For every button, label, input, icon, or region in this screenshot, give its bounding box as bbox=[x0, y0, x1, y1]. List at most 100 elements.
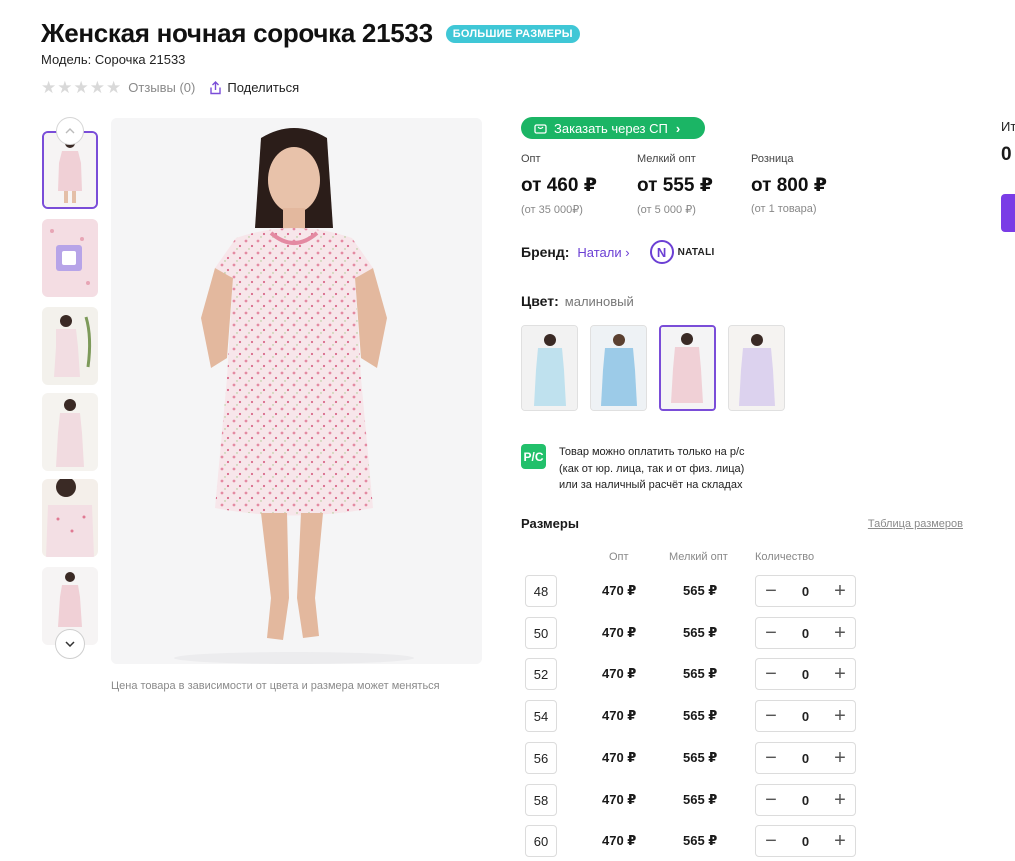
payment-line: или за наличный расчёт на складах bbox=[559, 479, 743, 491]
size-label: 48 bbox=[525, 575, 557, 607]
summary-action-button[interactable] bbox=[1001, 194, 1015, 232]
quantity-stepper: − 0 + bbox=[755, 658, 856, 690]
star-icon: ★ bbox=[89, 78, 105, 97]
star-icon: ★ bbox=[73, 78, 89, 97]
brand-name: Натали bbox=[577, 244, 622, 260]
bag-icon bbox=[534, 124, 547, 134]
payment-text: Товар можно оплатить только на р/с (как … bbox=[559, 444, 745, 494]
increment-button[interactable]: + bbox=[831, 748, 849, 768]
column-header-opt: Опт bbox=[609, 551, 629, 563]
increment-button[interactable]: + bbox=[831, 581, 849, 601]
thumbnail-4[interactable] bbox=[42, 393, 98, 471]
color-row: Цвет: малиновый bbox=[521, 293, 634, 309]
size-row: 54 470 ₽ 565 ₽ − 0 + bbox=[525, 700, 857, 733]
sizes-header: Размеры Таблица размеров bbox=[521, 516, 963, 531]
price-label: Мелкий опт bbox=[637, 153, 696, 165]
size-label: 54 bbox=[525, 700, 557, 732]
quantity-value[interactable]: 0 bbox=[802, 626, 809, 641]
rating-stars: ★ ★ ★ ★ ★ bbox=[41, 79, 121, 96]
size-table-link[interactable]: Таблица размеров bbox=[868, 518, 963, 530]
thumbnail-5[interactable] bbox=[42, 479, 98, 557]
size-price-small-opt: 565 ₽ bbox=[683, 708, 718, 723]
decrement-button[interactable]: − bbox=[762, 664, 780, 684]
quantity-value[interactable]: 0 bbox=[802, 667, 809, 682]
size-row: 50 470 ₽ 565 ₽ − 0 + bbox=[525, 617, 857, 650]
price-value: от 800 ₽ bbox=[751, 175, 827, 196]
chevron-up-icon bbox=[65, 128, 75, 134]
increment-button[interactable]: + bbox=[831, 790, 849, 810]
size-badge[interactable]: БОЛЬШИЕ РАЗМЕРЫ bbox=[445, 24, 580, 43]
order-via-sp-button[interactable]: Заказать через СП › bbox=[521, 117, 705, 139]
payment-note: Р/С Товар можно оплатить только на р/с (… bbox=[521, 444, 745, 494]
size-price-opt: 470 ₽ bbox=[602, 750, 637, 765]
color-swatch-raspberry[interactable] bbox=[659, 325, 716, 411]
brand-row: Бренд: Натали › N NATALI bbox=[521, 240, 715, 264]
price-label: Розница bbox=[751, 153, 794, 165]
share-label: Поделиться bbox=[227, 80, 300, 95]
rating-row: ★ ★ ★ ★ ★ Отзывы (0) Поделиться bbox=[41, 79, 299, 96]
brand-logo-icon: N bbox=[649, 240, 674, 264]
decrement-button[interactable]: − bbox=[762, 581, 780, 601]
size-row: 56 470 ₽ 565 ₽ − 0 + bbox=[525, 742, 857, 775]
price-label: Опт bbox=[521, 153, 541, 165]
color-value: малиновый bbox=[564, 294, 634, 309]
size-price-small-opt: 565 ₽ bbox=[683, 583, 718, 598]
main-product-image[interactable] bbox=[111, 118, 482, 664]
thumbnail-2[interactable] bbox=[42, 219, 98, 297]
increment-button[interactable]: + bbox=[831, 664, 849, 684]
size-price-opt: 470 ₽ bbox=[602, 666, 637, 681]
increment-button[interactable]: + bbox=[831, 831, 849, 851]
size-row: 48 470 ₽ 565 ₽ − 0 + bbox=[525, 575, 857, 608]
color-label: Цвет: bbox=[521, 293, 559, 309]
decrement-button[interactable]: − bbox=[762, 831, 780, 851]
increment-button[interactable]: + bbox=[831, 623, 849, 643]
summary-value: 0 bbox=[1001, 144, 1012, 165]
brand-link[interactable]: Натали › bbox=[577, 245, 629, 260]
price-retail: Розница от 800 ₽ (от 1 товара) bbox=[751, 153, 827, 215]
quantity-stepper: − 0 + bbox=[755, 742, 856, 774]
quantity-value[interactable]: 0 bbox=[802, 834, 809, 849]
summary-label: Ит bbox=[1001, 119, 1015, 134]
price-value: от 555 ₽ bbox=[637, 175, 713, 196]
thumbnail-3[interactable] bbox=[42, 307, 98, 385]
payment-line: Товар можно оплатить только на р/с bbox=[559, 446, 745, 458]
price-small-wholesale: Мелкий опт от 555 ₽ (от 5 000 ₽) bbox=[637, 153, 713, 216]
quantity-stepper: − 0 + bbox=[755, 700, 856, 732]
color-swatch-blue-pattern[interactable] bbox=[590, 325, 647, 411]
quantity-value[interactable]: 0 bbox=[802, 751, 809, 766]
size-price-opt: 470 ₽ bbox=[602, 583, 637, 598]
order-via-sp-label: Заказать через СП bbox=[554, 120, 668, 136]
star-icon: ★ bbox=[57, 78, 73, 97]
size-label: 50 bbox=[525, 617, 557, 649]
size-label: 52 bbox=[525, 658, 557, 690]
sizes-title: Размеры bbox=[521, 516, 579, 531]
thumbnail-prev-button[interactable] bbox=[56, 117, 84, 145]
decrement-button[interactable]: − bbox=[762, 748, 780, 768]
size-row: 58 470 ₽ 565 ₽ − 0 + bbox=[525, 784, 857, 817]
brand-logo[interactable]: N NATALI bbox=[649, 240, 715, 264]
share-button[interactable]: Поделиться bbox=[209, 80, 299, 95]
price-condition: (от 1 товара) bbox=[751, 203, 817, 215]
increment-button[interactable]: + bbox=[831, 706, 849, 726]
quantity-value[interactable]: 0 bbox=[802, 793, 809, 808]
quantity-value[interactable]: 0 bbox=[802, 584, 809, 599]
payment-line: (как от юр. лица, так и от физ. лица) bbox=[559, 462, 745, 475]
bank-account-icon: Р/С bbox=[521, 444, 546, 469]
title-row: Женская ночная сорочка 21533 БОЛЬШИЕ РАЗ… bbox=[41, 18, 580, 49]
decrement-button[interactable]: − bbox=[762, 790, 780, 810]
quantity-stepper: − 0 + bbox=[755, 575, 856, 607]
decrement-button[interactable]: − bbox=[762, 706, 780, 726]
thumbnail-next-button[interactable] bbox=[55, 629, 85, 659]
share-icon bbox=[210, 80, 222, 94]
color-swatch-blue[interactable] bbox=[521, 325, 578, 411]
star-icon: ★ bbox=[41, 78, 57, 97]
size-row: 60 470 ₽ 565 ₽ − 0 + bbox=[525, 825, 857, 858]
decrement-button[interactable]: − bbox=[762, 623, 780, 643]
size-label: 56 bbox=[525, 742, 557, 774]
size-price-small-opt: 565 ₽ bbox=[683, 750, 718, 765]
size-row: 52 470 ₽ 565 ₽ − 0 + bbox=[525, 658, 857, 691]
reviews-link[interactable]: Отзывы (0) bbox=[128, 80, 195, 95]
size-price-opt: 470 ₽ bbox=[602, 833, 637, 848]
quantity-value[interactable]: 0 bbox=[802, 709, 809, 724]
color-swatch-lilac[interactable] bbox=[728, 325, 785, 411]
